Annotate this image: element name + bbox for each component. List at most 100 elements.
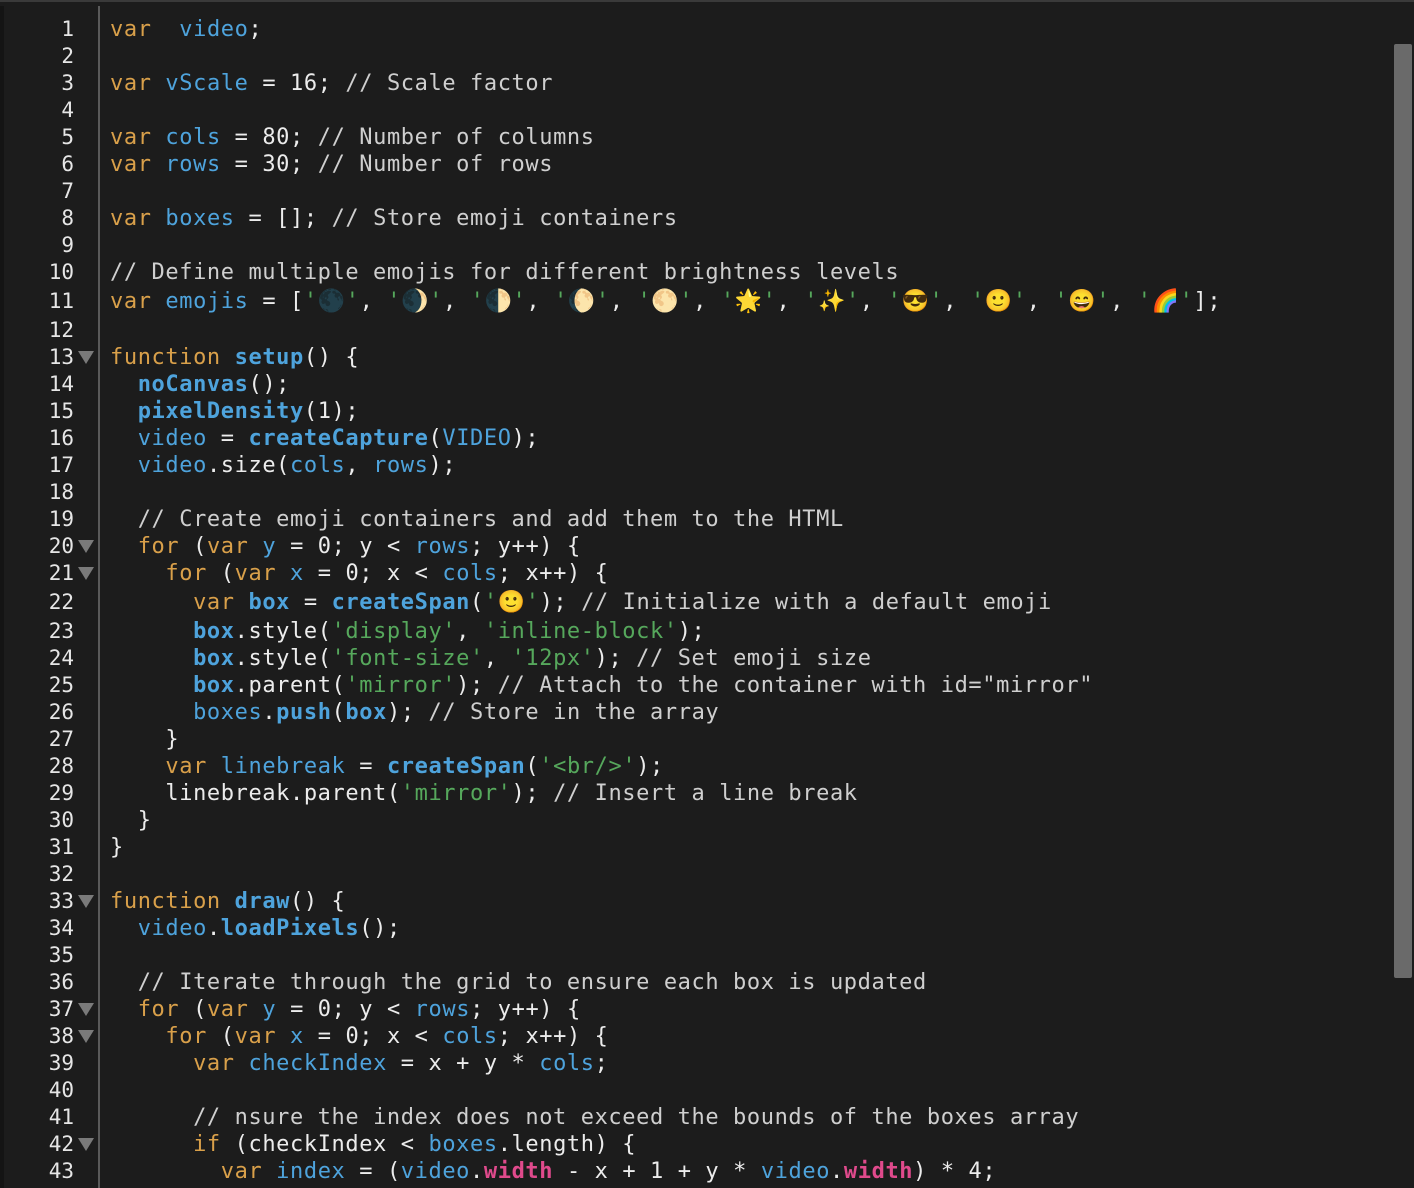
code-line[interactable]: 31} xyxy=(0,834,1380,861)
code-token: linebreak.parent( xyxy=(110,781,401,806)
code-line[interactable]: 19 // Create emoji containers and add th… xyxy=(0,506,1380,533)
code-text: // Define multiple emojis for different … xyxy=(110,259,899,286)
code-token: boxes xyxy=(428,1132,498,1157)
code-line[interactable]: 22 var box = createSpan('🙂'); // Initial… xyxy=(0,587,1380,618)
code-token: 'inline-block' xyxy=(483,619,678,644)
code-text: if (checkIndex < boxes.length) { xyxy=(110,1131,636,1158)
code-line[interactable]: 7 xyxy=(0,178,1380,205)
code-line[interactable]: 43 var index = (video.width - x + 1 + y … xyxy=(0,1158,1380,1185)
code-line[interactable]: 1 var video; xyxy=(0,16,1380,43)
code-token: cols xyxy=(539,1051,595,1076)
code-line[interactable]: 36 // Iterate through the grid to ensure… xyxy=(0,969,1380,996)
code-line[interactable]: 11 var emojis = ['🌑', '🌒', '🌓', '🌔', '🌕',… xyxy=(0,286,1380,317)
code-token: // nsure the index does not exceed the b… xyxy=(193,1105,1080,1130)
code-line[interactable]: 9 xyxy=(0,232,1380,259)
fold-arrow-icon[interactable] xyxy=(78,1138,94,1151)
code-line[interactable]: 42 if (checkIndex < boxes.length) { xyxy=(0,1131,1380,1158)
code-text: for (var y = 0; y < rows; y++) { xyxy=(110,996,581,1023)
code-token: , xyxy=(345,453,374,478)
vertical-scrollbar[interactable] xyxy=(1390,6,1414,1188)
code-token: '<br/>' xyxy=(539,754,637,779)
code-token: = xyxy=(290,590,332,615)
code-token: . xyxy=(206,916,221,941)
code-text: var checkIndex = x + y * cols; xyxy=(110,1050,608,1077)
code-token: var xyxy=(234,1024,277,1049)
fold-arrow-icon[interactable] xyxy=(78,895,94,908)
scrollbar-thumb[interactable] xyxy=(1394,44,1412,978)
code-token: () { xyxy=(290,889,346,914)
code-line[interactable]: 5 var cols = 80; // Number of columns xyxy=(0,124,1380,151)
line-number: 1 xyxy=(61,17,74,41)
code-token: // Scale factor xyxy=(345,71,554,96)
code-line[interactable]: 16 video = createCapture(VIDEO); xyxy=(0,425,1380,452)
line-number: 31 xyxy=(48,835,74,859)
code-text: for (var y = 0; y < rows; y++) { xyxy=(110,533,581,560)
fold-arrow-icon[interactable] xyxy=(78,351,94,364)
code-token: // Set emoji size xyxy=(636,646,872,671)
code-line[interactable]: 20 for (var y = 0; y < rows; y++) { xyxy=(0,533,1380,560)
code-line[interactable]: 40 xyxy=(0,1077,1380,1104)
code-line[interactable]: 4 xyxy=(0,97,1380,124)
line-number: 36 xyxy=(48,970,74,994)
code-line[interactable]: 6 var rows = 30; // Number of rows xyxy=(0,151,1380,178)
code-line[interactable]: 28 var linebreak = createSpan('<br/>'); xyxy=(0,753,1380,780)
code-token: '🌟' xyxy=(720,289,777,314)
code-line[interactable]: 30 } xyxy=(0,807,1380,834)
code-line[interactable]: 34 video.loadPixels(); xyxy=(0,915,1380,942)
code-token: . xyxy=(262,700,277,725)
line-number: 28 xyxy=(48,754,74,778)
code-line[interactable]: 38 for (var x = 0; x < cols; x++) { xyxy=(0,1023,1380,1050)
code-line[interactable]: 24 box.style('font-size', '12px'); // Se… xyxy=(0,645,1380,672)
code-editor[interactable]: 1 var video; 2 3 var vScale = 16; // Scale f… xyxy=(0,0,1414,1188)
code-lines[interactable]: 1 var video; 2 3 var vScale = 16; // Scale f… xyxy=(0,16,1380,1185)
code-line[interactable]: 8 var boxes = []; // Store emoji containe… xyxy=(0,205,1380,232)
line-number: 17 xyxy=(48,453,74,477)
code-token: ( xyxy=(470,590,484,615)
code-line[interactable]: 25 box.parent('mirror'); // Attach to th… xyxy=(0,672,1380,699)
code-token: draw xyxy=(234,889,291,914)
line-number: 32 xyxy=(48,862,74,886)
code-line[interactable]: 14 noCanvas(); xyxy=(0,371,1380,398)
fold-arrow-icon[interactable] xyxy=(78,1003,94,1016)
code-line[interactable]: 35 xyxy=(0,942,1380,969)
code-token: = [ xyxy=(248,289,304,314)
code-token: var xyxy=(110,152,152,177)
code-line[interactable]: 18 xyxy=(0,479,1380,506)
fold-arrow-icon[interactable] xyxy=(78,1030,94,1043)
code-line[interactable]: 23 box.style('display', 'inline-block'); xyxy=(0,618,1380,645)
code-token: function xyxy=(110,889,221,914)
code-line[interactable]: 13 function setup() { xyxy=(0,344,1380,371)
code-line[interactable]: 29 linebreak.parent('mirror'); // Insert… xyxy=(0,780,1380,807)
code-token: = x + y * xyxy=(386,1051,540,1076)
code-token: ; xyxy=(248,17,263,42)
code-token: cols xyxy=(442,561,498,586)
fold-arrow-icon[interactable] xyxy=(78,540,94,553)
code-token: (); xyxy=(359,916,401,941)
code-token: ( xyxy=(179,534,207,559)
code-token: y xyxy=(262,534,277,559)
code-line[interactable]: 32 xyxy=(0,861,1380,888)
code-token: box xyxy=(193,646,235,671)
code-line[interactable]: 17 video.size(cols, rows); xyxy=(0,452,1380,479)
code-line[interactable]: 15 pixelDensity(1); xyxy=(0,398,1380,425)
code-line[interactable]: 27 } xyxy=(0,726,1380,753)
fold-arrow-icon[interactable] xyxy=(78,567,94,580)
code-token: , xyxy=(943,289,971,314)
code-token: video xyxy=(137,916,207,941)
code-line[interactable]: 41 // nsure the index does not exceed th… xyxy=(0,1104,1380,1131)
code-line[interactable]: 2 xyxy=(0,43,1380,70)
code-line[interactable]: 33 function draw() { xyxy=(0,888,1380,915)
code-line[interactable]: 26 boxes.push(box); // Store in the arra… xyxy=(0,699,1380,726)
code-line[interactable]: 21 for (var x = 0; x < cols; x++) { xyxy=(0,560,1380,587)
code-line[interactable]: 39 var checkIndex = x + y * cols; xyxy=(0,1050,1380,1077)
code-line[interactable]: 10 // Define multiple emojis for differen… xyxy=(0,259,1380,286)
code-line[interactable]: 3 var vScale = 16; // Scale factor xyxy=(0,70,1380,97)
code-line[interactable]: 12 xyxy=(0,317,1380,344)
code-line[interactable]: 37 for (var y = 0; y < rows; y++) { xyxy=(0,996,1380,1023)
